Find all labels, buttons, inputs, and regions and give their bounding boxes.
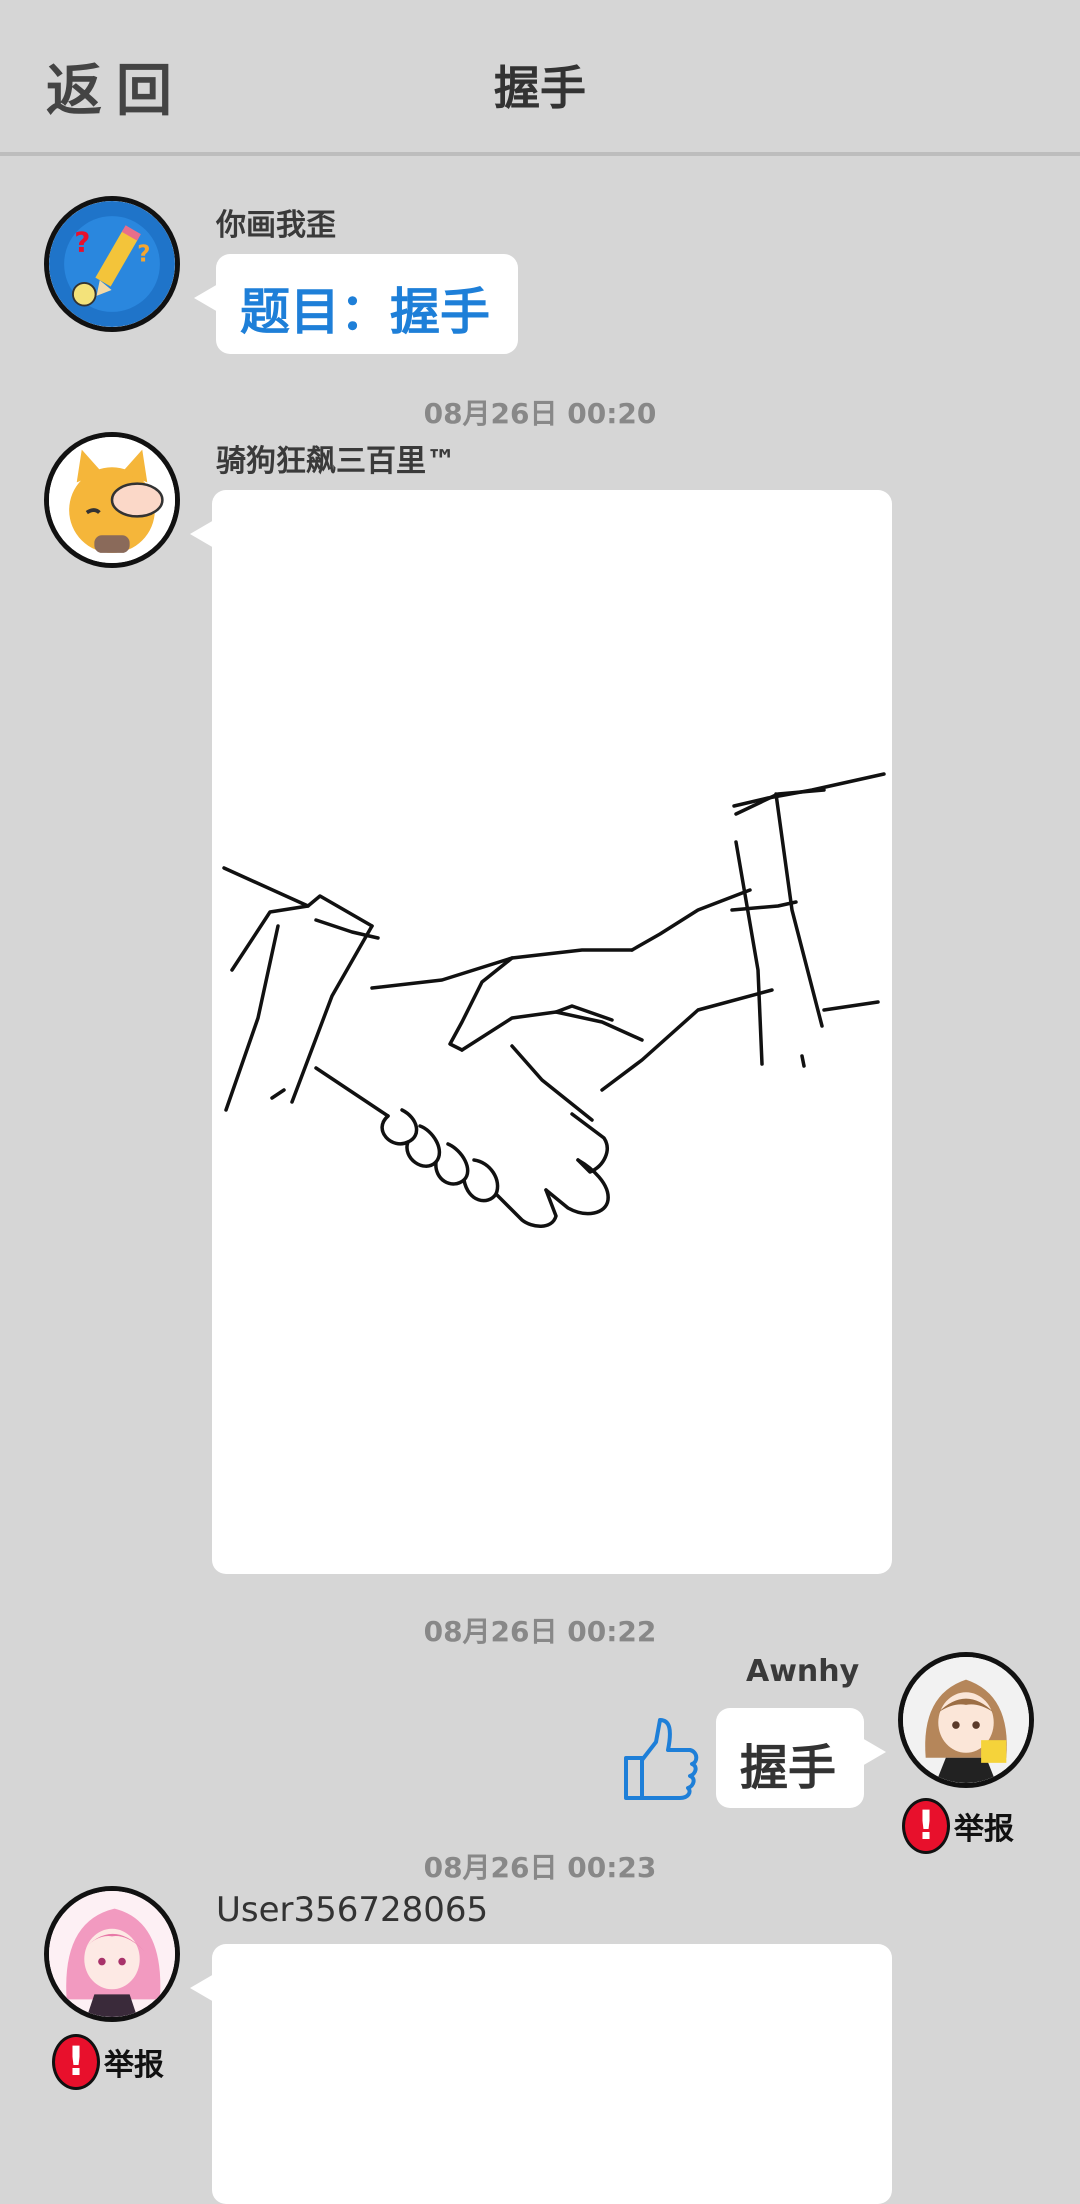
topic-bubble: 题目：握手	[194, 254, 518, 354]
page-title: 握手	[494, 61, 586, 115]
header-bar: 返回 握手	[0, 0, 1080, 156]
pencil-avatar-icon: ? ?	[49, 201, 175, 327]
cat-avatar-icon	[49, 437, 175, 563]
anime-girl-brown-avatar-icon	[903, 1657, 1029, 1783]
username-user-2: User356728065	[216, 1890, 489, 1930]
drawing-bubble[interactable]	[190, 490, 892, 1574]
timestamp: 08月26日 00:20	[423, 397, 657, 430]
answer-bubble: 握手	[716, 1708, 886, 1808]
timestamp: 08月26日 00:22	[423, 1615, 657, 1648]
report-icon: !	[52, 2034, 100, 2090]
username-user-1: 骑狗狂飙三百里™	[216, 444, 456, 479]
svg-text:?: ?	[74, 225, 90, 258]
thumbs-up-icon[interactable]	[620, 1712, 700, 1802]
username-system: 你画我歪	[216, 208, 336, 243]
timestamp: 08月26日 00:23	[423, 1851, 657, 1884]
topic-text: 题目：握手	[240, 283, 490, 341]
username-self: Awnhy	[746, 1654, 860, 1689]
handshake-drawing	[222, 772, 886, 1228]
answer-text: 握手	[740, 1740, 837, 1796]
anime-girl-pink-avatar-icon	[49, 1891, 175, 2017]
svg-text:?: ?	[137, 241, 150, 267]
avatar-user-1[interactable]	[44, 432, 180, 568]
report-label: 举报	[954, 1812, 1014, 1847]
avatar-user-2[interactable]	[44, 1886, 180, 2022]
report-label: 举报	[104, 2048, 164, 2083]
avatar-self[interactable]	[898, 1652, 1034, 1788]
drawing-bubble[interactable]	[190, 1944, 892, 2204]
avatar-system[interactable]: ? ?	[44, 196, 180, 332]
report-button[interactable]: ! 举报	[52, 2034, 164, 2090]
